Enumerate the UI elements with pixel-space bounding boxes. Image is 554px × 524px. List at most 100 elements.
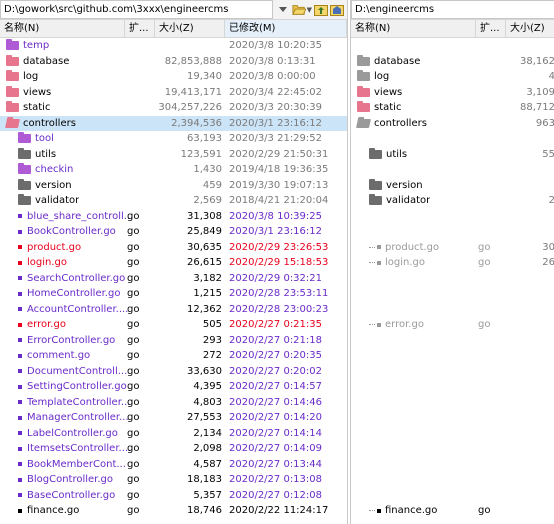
item-name-cell: controllers <box>0 116 131 132</box>
list-item[interactable]: product.go go 30 <box>351 240 554 256</box>
open-folder-icon <box>5 118 20 128</box>
dropdown-icon[interactable] <box>276 3 290 16</box>
open-folder-icon <box>356 118 371 128</box>
item-name-cell <box>351 395 482 411</box>
list-item[interactable]: LabelController.go go 2,134 2020/2/27 0:14:… <box>0 426 347 442</box>
list-item[interactable]: utils 55 <box>351 147 554 163</box>
item-ext: go <box>127 210 140 222</box>
item-size: 293 <box>202 334 222 346</box>
list-item[interactable]: database 82,853,888 2020/3/8 0:13:31 <box>0 54 347 70</box>
right-path-input[interactable]: D:\engineercms <box>351 0 554 19</box>
column-modified-header[interactable]: 已修改(M) <box>225 20 347 37</box>
item-ext: go <box>127 365 140 377</box>
list-item[interactable]: version 459 2019/3/30 19:07:13 <box>0 178 347 194</box>
item-name: error.go <box>385 319 424 330</box>
list-item[interactable]: BookMemberCont... go 4,587 2020/2/27 0:13:4… <box>0 457 347 473</box>
left-path-input[interactable]: D:\gowork\src\github.com\3xxx\engineercm… <box>0 0 273 19</box>
list-item[interactable]: ErrorController.go go 293 2020/2/27 0:21:18 <box>0 333 347 349</box>
list-item[interactable]: validator 2 <box>351 193 554 209</box>
file-icon <box>18 446 22 451</box>
item-name: views <box>374 86 403 98</box>
item-size: 4,587 <box>193 458 222 470</box>
list-item[interactable]: BaseController.go go 5,357 2020/2/27 0:12:0… <box>0 488 347 504</box>
item-name: HomeController.go <box>27 288 121 299</box>
column-ext-header[interactable]: 扩... <box>476 20 506 37</box>
list-item[interactable]: comment.go go 272 2020/2/27 0:20:35 <box>0 348 347 364</box>
item-name: LabelController.go <box>27 427 118 439</box>
list-item <box>351 131 554 147</box>
item-ext <box>478 100 506 116</box>
item-name-cell <box>351 224 482 240</box>
list-item[interactable]: HomeController.go go 1,215 2020/2/28 23:53:… <box>0 286 347 302</box>
item-name: TemplateController... <box>27 396 131 408</box>
item-size <box>506 426 554 442</box>
item-size: 2,394,536 <box>171 117 222 129</box>
item-size: 31,308 <box>187 210 222 222</box>
list-item[interactable]: login.go go 26 <box>351 255 554 271</box>
folder-icon <box>6 39 19 51</box>
column-name-header[interactable]: 名称(N) <box>351 20 476 37</box>
item-name: AccountController.... <box>27 303 129 315</box>
list-item[interactable]: BookController.go go 25,849 2020/3/1 23:16:… <box>0 224 347 240</box>
list-item[interactable]: error.go go <box>351 317 554 333</box>
list-item[interactable]: SettingController.go go 4,395 2020/2/27 0:1… <box>0 379 347 395</box>
item-ext <box>478 224 506 240</box>
item-size: 38,162 <box>520 55 554 67</box>
list-item[interactable]: temp 2020/3/8 10:20:35 <box>0 38 347 54</box>
home-folder-icon[interactable] <box>330 3 344 16</box>
list-item <box>351 410 554 426</box>
list-item[interactable]: log 4 <box>351 69 554 85</box>
column-name-header[interactable]: 名称(N) <box>0 20 125 37</box>
left-path-bar: D:\gowork\src\github.com\3xxx\engineercm… <box>0 0 347 20</box>
item-ext <box>478 271 506 287</box>
item-name-cell: ManagerController... <box>0 410 143 426</box>
item-name-cell <box>351 271 482 287</box>
list-item[interactable]: blue_share_controll... go 31,308 2020/3/8 1… <box>0 209 347 225</box>
open-dropdown-icon[interactable]: ▼ <box>307 6 312 14</box>
list-item[interactable]: ManagerController... go 27,553 2020/2/27 0:… <box>0 410 347 426</box>
item-name: login.go <box>27 257 68 268</box>
item-name: version <box>386 179 423 191</box>
item-ext: go <box>127 334 140 346</box>
item-modified: 2020/2/22 11:24:17 <box>229 505 329 516</box>
list-item[interactable]: finance.go go 18,746 2020/2/22 11:24:17 <box>0 503 347 519</box>
list-item[interactable]: utils 123,591 2020/2/29 21:50:31 <box>0 147 347 163</box>
item-name-cell: BookController.go <box>0 224 143 240</box>
column-size-header[interactable]: 大小(Z) <box>155 20 225 37</box>
list-item[interactable]: SearchController.go go 3,182 2020/2/29 0:32… <box>0 271 347 287</box>
open-folder-icon[interactable] <box>291 3 306 16</box>
list-item[interactable]: views 19,413,171 2020/3/4 22:45:02 <box>0 85 347 101</box>
list-item[interactable]: static 88,712 <box>351 100 554 116</box>
list-item[interactable]: error.go go 505 2020/2/27 0:21:35 <box>0 317 347 333</box>
list-item[interactable]: AccountController.... go 12,362 2020/2/28 2… <box>0 302 347 318</box>
list-item[interactable]: static 304,257,226 2020/3/3 20:30:39 <box>0 100 347 116</box>
item-ext <box>478 286 506 302</box>
list-item[interactable]: BlogController.go go 18,183 2020/2/27 0:13:… <box>0 472 347 488</box>
list-item[interactable]: controllers 963 <box>351 116 554 132</box>
item-ext <box>127 100 155 116</box>
list-item[interactable]: log 19,340 2020/3/8 0:00:00 <box>0 69 347 85</box>
list-item[interactable]: checkin 1,430 2019/4/18 19:36:35 <box>0 162 347 178</box>
list-item[interactable]: DocumentControll... go 33,630 2020/2/27 0:2… <box>0 364 347 380</box>
list-item[interactable]: login.go go 26,615 2020/2/29 15:18:53 <box>0 255 347 271</box>
item-ext: go <box>127 350 140 361</box>
item-name: version <box>35 179 72 191</box>
up-folder-icon[interactable] <box>314 3 328 16</box>
column-ext-header[interactable]: 扩... <box>125 20 155 37</box>
list-item[interactable]: tool 63,193 2020/3/3 21:29:52 <box>0 131 347 147</box>
item-name-cell: AccountController.... <box>0 302 143 318</box>
list-item[interactable]: controllers 2,394,536 2020/3/1 23:16:12 <box>0 115 347 132</box>
item-name: finance.go <box>27 505 80 516</box>
list-item[interactable]: database 38,162 <box>351 54 554 70</box>
list-item[interactable]: views 3,109 <box>351 85 554 101</box>
list-item[interactable]: finance.go go <box>351 503 554 519</box>
item-size: 123,591 <box>180 148 222 160</box>
column-size-header[interactable]: 大小(Z) <box>506 20 554 37</box>
list-item[interactable]: product.go go 30,635 2020/2/29 23:26:53 <box>0 240 347 256</box>
item-name-cell <box>351 286 482 302</box>
list-item[interactable]: version <box>351 178 554 194</box>
list-item[interactable]: TemplateController... go 4,803 2020/2/27 0:… <box>0 395 347 411</box>
file-icon <box>18 431 22 436</box>
list-item[interactable]: validator 2,569 2018/4/21 21:20:04 <box>0 193 347 209</box>
list-item[interactable]: ItemsetsController.... go 2,098 2020/2/27 0… <box>0 441 347 457</box>
